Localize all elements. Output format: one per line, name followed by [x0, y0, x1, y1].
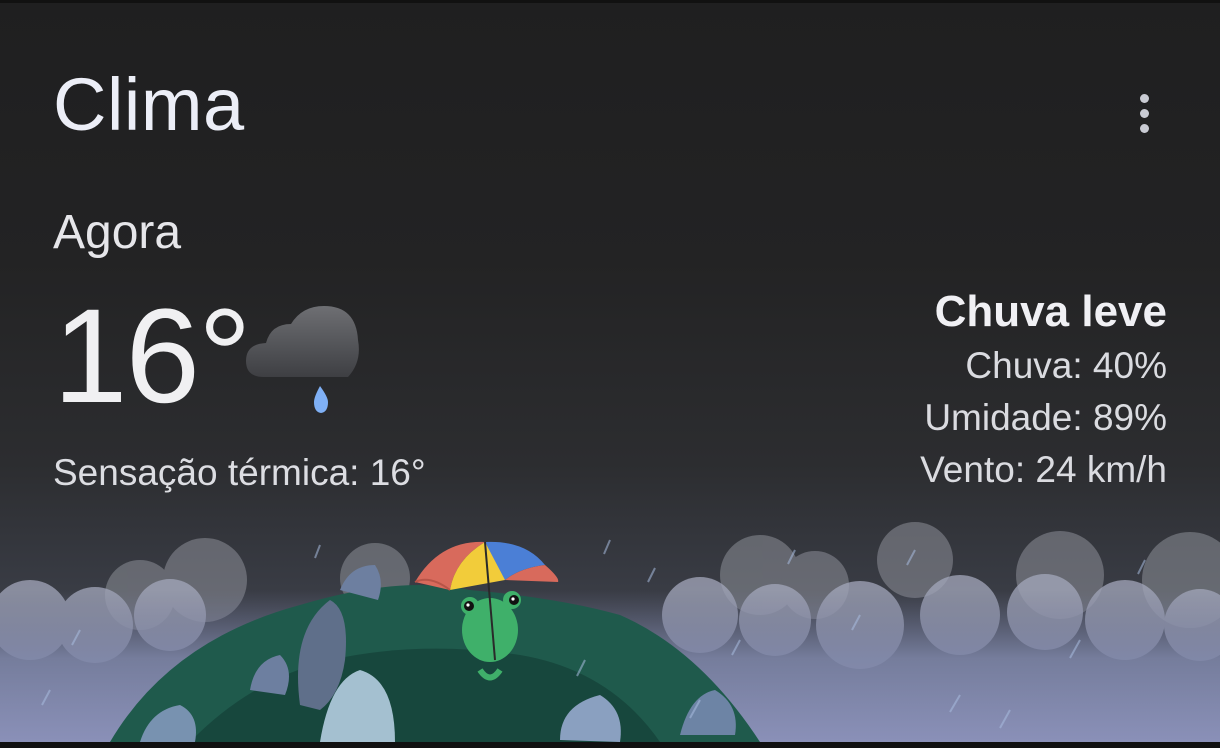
now-label: Agora	[53, 206, 182, 259]
app-title: Clima	[53, 63, 245, 146]
weather-card: Clima Agora 16° Sensação térmica: 16° Ch…	[0, 0, 1220, 748]
weather-details: Chuva leve Chuva: 40% Umidade: 89% Vento…	[920, 284, 1167, 496]
current-temperature: 16°	[53, 282, 252, 431]
wind-speed: Vento: 24 km/h	[920, 449, 1167, 490]
more-options-button[interactable]	[1126, 88, 1164, 140]
rain-cloud-icon	[246, 306, 359, 413]
condition-text: Chuva leve	[934, 287, 1167, 336]
rainy-frog-illustration	[0, 522, 1220, 742]
feels-like-text: Sensação térmica: 16°	[53, 452, 426, 493]
humidity: Umidade: 89%	[924, 397, 1167, 438]
rain-chance: Chuva: 40%	[965, 345, 1167, 386]
bottom-border	[0, 742, 1220, 748]
top-border	[0, 0, 1220, 3]
